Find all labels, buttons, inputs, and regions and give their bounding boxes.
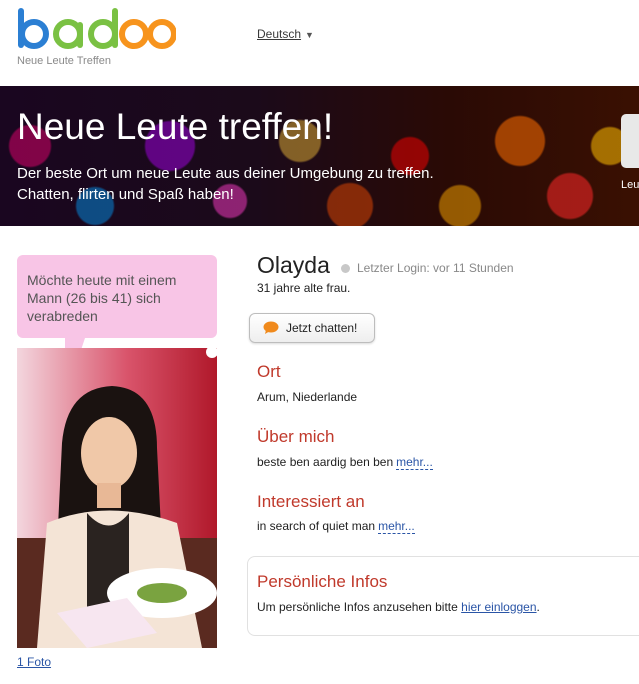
- about-more-link[interactable]: mehr...: [396, 455, 433, 470]
- interests-heading: Interessiert an: [257, 492, 365, 511]
- site-header: Neue Leute Treffen Deutsch ▼: [0, 0, 639, 86]
- offline-status-icon: [341, 264, 350, 273]
- personal-info-box: [247, 556, 639, 636]
- hero-banner: Neue Leute treffen! Der beste Ort um neu…: [0, 86, 639, 226]
- profile-name: Olayda: [257, 252, 330, 278]
- location-text: Arum, Niederlande: [257, 390, 358, 404]
- language-selector[interactable]: Deutsch: [257, 27, 301, 41]
- about-row: beste ben aardig ben ben mehr...: [257, 455, 433, 470]
- banner-title: Neue Leute treffen!: [17, 106, 334, 147]
- personal-info-heading: Persönliche Infos: [257, 572, 388, 591]
- badoo-logo[interactable]: [16, 8, 176, 58]
- interests-row: in search of quiet man mehr...: [257, 519, 415, 534]
- personal-info-suffix: .: [536, 600, 540, 614]
- personal-info-row: Um persönliche Infos anzusehen bitte hie…: [257, 600, 540, 614]
- chevron-down-icon[interactable]: ▼: [305, 30, 314, 40]
- profile-photo-image: [17, 348, 217, 648]
- login-link[interactable]: hier einloggen: [461, 600, 536, 614]
- chat-now-button[interactable]: Jetzt chatten!: [249, 313, 375, 343]
- signup-widget[interactable]: [621, 114, 639, 168]
- signup-widget-label: Leu: [621, 179, 639, 191]
- photo-count-link[interactable]: 1 Foto: [17, 655, 51, 669]
- location-heading: Ort: [257, 362, 281, 381]
- banner-subtitle: Der beste Ort um neue Leute aus deiner U…: [17, 165, 434, 203]
- interests-text: in search of quiet man: [257, 519, 376, 533]
- status-bubble: Möchte heute mit einem Mann (26 bis 41) …: [17, 255, 217, 338]
- last-login-text: Letzter Login: vor 11 Stunden: [357, 261, 514, 275]
- interests-more-link[interactable]: mehr...: [378, 519, 415, 534]
- chat-now-label: Jetzt chatten!: [286, 321, 358, 335]
- about-text: beste ben aardig ben ben: [257, 455, 394, 469]
- profile-photo[interactable]: [17, 348, 217, 648]
- personal-info-text: Um persönliche Infos anzusehen bitte: [257, 600, 458, 614]
- chat-bubble-icon: [263, 321, 279, 334]
- profile-age: 31 jahre alte frau.: [257, 281, 351, 295]
- logo-tagline: Neue Leute Treffen: [17, 55, 111, 67]
- about-heading: Über mich: [257, 427, 335, 446]
